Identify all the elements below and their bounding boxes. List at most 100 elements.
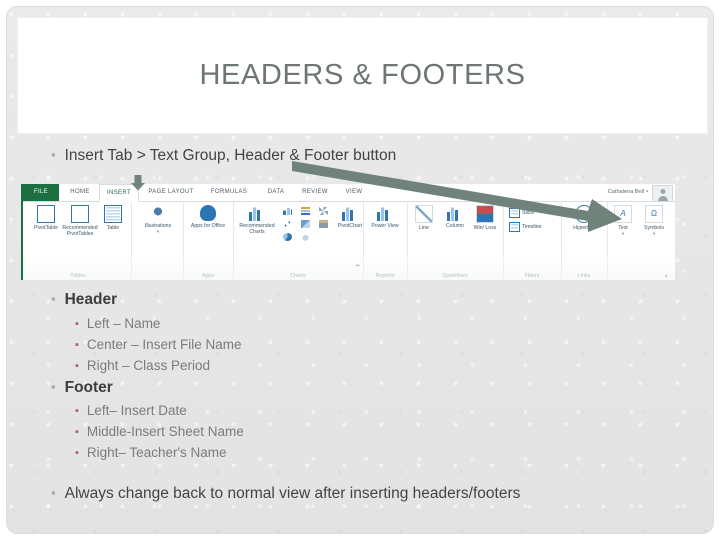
presentation-slide: HEADERS & FOOTERS ▪ Insert Tab > Text Gr… [7, 7, 713, 533]
area-chart-icon[interactable] [301, 220, 310, 228]
charts-dialog-launcher-icon[interactable]: ⬌ [356, 263, 360, 269]
button-text[interactable]: A Text ▾ [609, 205, 637, 238]
tab-file[interactable]: FILE [23, 184, 59, 201]
group-label-charts: Charts [290, 273, 306, 279]
sub-bullet-header-right: ▪ Right – Class Period [75, 358, 210, 373]
timeline-icon [509, 222, 520, 232]
button-recommended-pivottables[interactable]: Recommended PivotTables [61, 205, 99, 238]
scatter-chart-icon[interactable] [283, 220, 292, 228]
apps-for-office-icon [200, 205, 216, 221]
win-loss-sparkline-icon [476, 205, 494, 223]
account-caret-icon: ‣ [645, 189, 649, 195]
ribbon-group-text: A Text ▾ Ω Symbols ▾ ▲ [607, 202, 673, 280]
chart-type-icon-grid [283, 207, 337, 247]
sub-bullet-text: Left – Name [86, 316, 161, 331]
ribbon-body: PivotTable Recommended PivotTables Table… [23, 202, 675, 280]
column-chart-icon[interactable] [283, 207, 292, 215]
bullet-text: Header [64, 291, 118, 308]
collapse-ribbon-icon[interactable]: ▲ [664, 273, 669, 279]
ribbon-group-apps: Apps for Office Apps [183, 202, 234, 280]
group-label-apps: Apps [201, 273, 215, 279]
group-label-links: Links [577, 273, 591, 279]
sub-bullet-header-center: ▪ Center – Insert File Name [75, 337, 241, 352]
pivottable-icon [37, 205, 55, 223]
avatar[interactable] [652, 185, 673, 202]
tab-page-layout[interactable]: PAGE LAYOUT [143, 184, 199, 201]
tab-home[interactable]: HOME [63, 184, 97, 201]
bullet-marker-icon: ▪ [75, 339, 79, 351]
bullet-text: Always change back to normal view after … [64, 485, 521, 502]
recommended-charts-icon [249, 205, 265, 221]
ribbon-group-illustrations: Illustrations ▾ [131, 202, 184, 280]
button-power-view[interactable]: Power View [368, 205, 402, 229]
sub-bullet-footer-left: ▪ Left– Insert Date [75, 403, 187, 418]
bullet-marker-icon: ▪ [75, 426, 79, 438]
bullet-marker-icon: ▪ [51, 147, 56, 162]
illustrations-icon [150, 205, 166, 221]
button-sparkline-line[interactable]: Line [410, 205, 438, 231]
button-timeline[interactable]: Timeline [509, 222, 541, 232]
pie-chart-icon[interactable] [283, 233, 292, 241]
bullet-insert-tab-path: ▪ Insert Tab > Text Group, Header & Foot… [51, 147, 396, 165]
ribbon-group-charts: Recommended Charts PivotChart Charts ⬌ [233, 202, 364, 280]
button-apps-for-office[interactable]: Apps for Office [190, 205, 226, 229]
bar-chart-icon[interactable] [301, 207, 310, 215]
symbols-icon: Ω [645, 205, 663, 223]
button-symbols[interactable]: Ω Symbols ▾ [639, 205, 669, 238]
sub-bullet-text: Center – Insert File Name [86, 337, 242, 352]
avatar-body [657, 196, 668, 201]
bullet-marker-icon: ▪ [51, 379, 56, 394]
sub-bullet-text: Right– Teacher's Name [86, 445, 227, 460]
recommended-pivottables-icon [71, 205, 89, 223]
account-name[interactable]: Cathalena Bell ‣ [608, 186, 649, 199]
button-illustrations[interactable]: Illustrations ▾ [139, 205, 177, 236]
radar-chart-icon[interactable] [319, 207, 328, 215]
bubble-chart-icon[interactable] [301, 233, 310, 241]
pivotchart-icon [342, 205, 358, 221]
button-table[interactable]: Table [99, 205, 127, 231]
bullet-text: Insert Tab > Text Group, Header & Footer… [64, 147, 397, 164]
tab-view[interactable]: VIEW [339, 184, 369, 201]
button-hyperlink[interactable]: Hyperlink [567, 205, 601, 231]
text-icon: A [614, 205, 632, 223]
surface-chart-icon[interactable] [319, 220, 328, 228]
ribbon-group-filters: Slicer Timeline Filters [503, 202, 562, 280]
bullet-marker-icon: ▪ [75, 447, 79, 459]
sub-bullet-footer-middle: ▪ Middle-Insert Sheet Name [75, 424, 244, 439]
text-chevron-down-icon[interactable]: ▾ [622, 231, 624, 236]
column-sparkline-icon [447, 205, 463, 221]
slide-title-box: HEADERS & FOOTERS [18, 18, 707, 133]
slicer-icon [509, 208, 520, 218]
button-sparkline-column[interactable]: Column [440, 205, 470, 229]
button-slicer[interactable]: Slicer [509, 208, 535, 218]
ribbon-group-tables: PivotTable Recommended PivotTables Table… [25, 202, 132, 280]
avatar-head [660, 189, 665, 194]
bullet-footer: ▪ Footer [51, 379, 113, 397]
bullet-marker-icon: ▪ [75, 405, 79, 417]
power-view-icon [377, 205, 393, 221]
bullet-header: ▪ Header [51, 291, 117, 309]
table-icon [104, 205, 122, 223]
hyperlink-icon [575, 205, 593, 223]
sub-bullet-text: Middle-Insert Sheet Name [86, 424, 244, 439]
ribbon-group-sparklines: Line Column Win/ Loss Sparklines [407, 202, 504, 280]
tab-formulas[interactable]: FORMULAS [205, 184, 253, 201]
charts-grid-spacer [319, 233, 337, 246]
line-sparkline-icon [415, 205, 433, 223]
button-recommended-charts[interactable]: Recommended Charts [237, 205, 277, 236]
bullet-always-change-back: ▪ Always change back to normal view afte… [51, 485, 520, 503]
button-sparkline-win-loss[interactable]: Win/ Loss [471, 205, 499, 231]
tab-insert[interactable]: INSERT [99, 184, 139, 202]
group-label-filters: Filters [524, 273, 540, 279]
symbols-chevron-down-icon[interactable]: ▾ [653, 231, 655, 236]
page-title: HEADERS & FOOTERS [199, 59, 526, 91]
bullet-marker-icon: ▪ [75, 360, 79, 372]
tab-data[interactable]: DATA [261, 184, 291, 201]
chevron-down-icon[interactable]: ▾ [157, 229, 159, 234]
bullet-text: Footer [64, 379, 113, 396]
group-label-sparklines: Sparklines [442, 273, 468, 279]
tab-review[interactable]: REVIEW [297, 184, 333, 201]
ribbon-tab-strip: FILE HOME INSERT PAGE LAYOUT FORMULAS DA… [23, 184, 675, 202]
button-pivotchart[interactable]: PivotChart [337, 205, 363, 229]
button-pivottable[interactable]: PivotTable [29, 205, 63, 231]
